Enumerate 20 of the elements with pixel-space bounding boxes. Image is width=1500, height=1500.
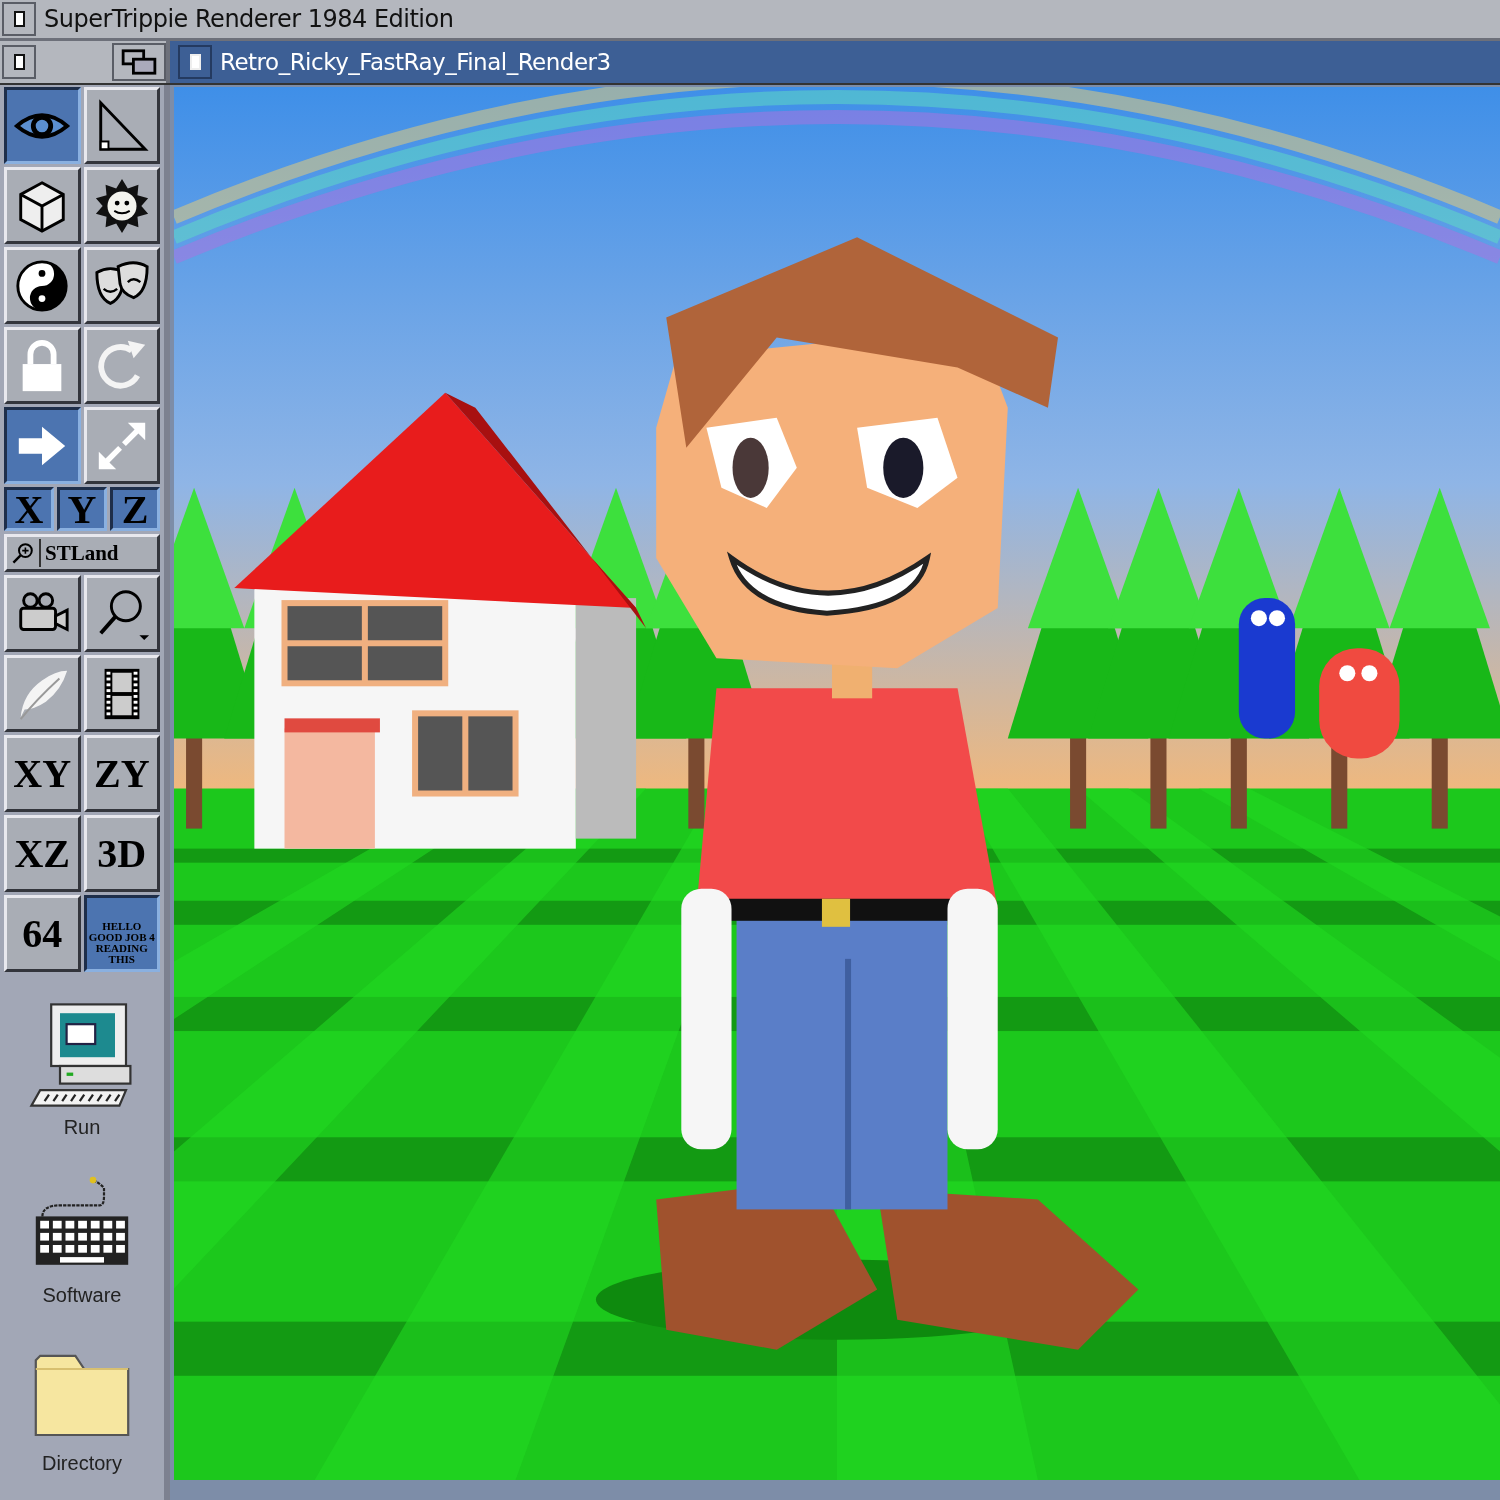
axis-button[interactable]: Z [110,487,160,531]
view-button[interactable]: 64 [4,895,81,972]
axis-button[interactable]: Y [57,487,107,531]
view-button[interactable]: HELLO GOOD JOB 4 READING THIS [83,895,160,972]
view-button[interactable]: 3D [83,815,160,892]
close-button[interactable] [178,45,212,79]
tool-button[interactable] [4,87,81,164]
tool-button[interactable] [4,407,81,484]
overlapping-windows-icon [120,48,158,76]
view-button[interactable]: ZY [83,735,160,812]
view-button[interactable]: XZ [4,815,81,892]
app-title: SuperTrippie Renderer 1984 Edition [44,5,454,33]
depth-button[interactable] [112,43,166,81]
close-button[interactable] [2,45,36,79]
zoom-in-icon [11,541,35,565]
stland-button[interactable]: STLand [4,534,160,572]
axis-button[interactable]: X [4,487,54,531]
close-button[interactable] [2,2,36,36]
window-title: Retro_Ricky_FastRay_Final_Render3 [220,49,611,75]
view-button[interactable]: XY [4,735,81,812]
